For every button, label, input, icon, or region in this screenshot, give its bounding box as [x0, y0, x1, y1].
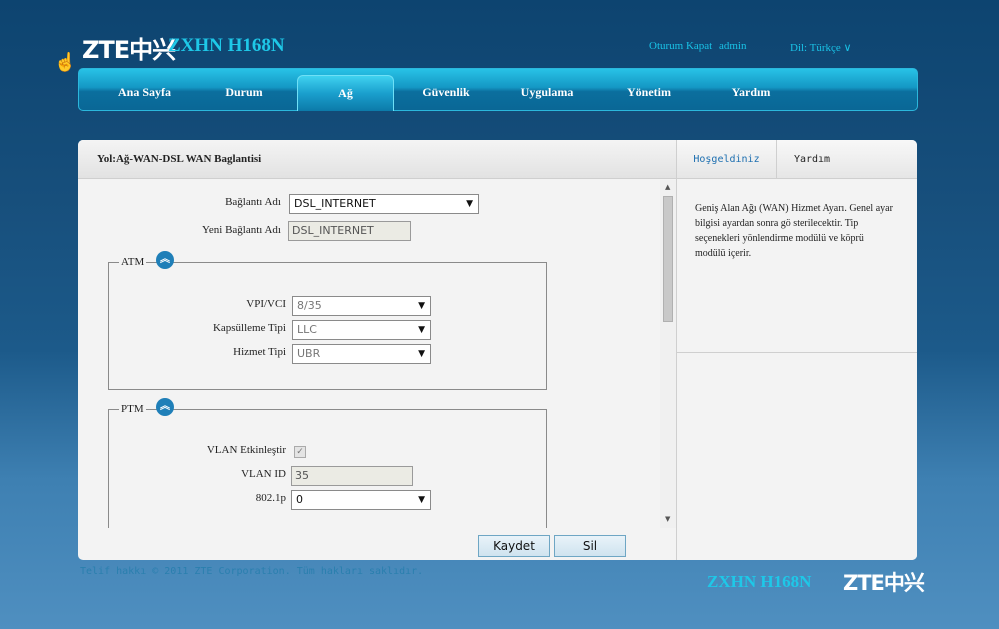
help-divider	[677, 352, 917, 353]
form-content: Bağlantı Adı DSL_INTERNET ▼ Yeni Bağlant…	[78, 180, 676, 528]
nav-item-application[interactable]: Uygulama	[497, 75, 597, 111]
chevron-down-icon: ▼	[466, 199, 473, 209]
nav-item-management[interactable]: Yönetim	[599, 75, 699, 111]
nav-item-status[interactable]: Durum	[194, 75, 294, 111]
username: admin	[718, 40, 747, 52]
breadcrumb: Yol:Ağ-WAN-DSL WAN Baglantisi	[97, 153, 262, 165]
footer-model: ZXHN H168N	[707, 572, 812, 591]
new-connection-name-input[interactable]: DSL_INTERNET	[288, 221, 411, 241]
scrollbar-thumb[interactable]	[663, 196, 673, 322]
service-type-label: Hizmet Tipi	[233, 346, 286, 358]
hand-cursor-icon: ☝	[54, 52, 77, 73]
vpi-vci-label: VPI/VCI	[246, 298, 286, 310]
vlan-enable-checkbox[interactable]: ✓	[294, 446, 306, 458]
logout-link[interactable]: Oturum Kapat	[649, 40, 712, 52]
nav-item-security[interactable]: Güvenlik	[397, 75, 495, 111]
vlan-id-label: VLAN ID	[241, 468, 286, 480]
top-links: Oturum Kapat admin	[649, 40, 750, 52]
chevron-down-icon: ▼	[418, 325, 425, 335]
encap-type-value: LLC	[297, 323, 317, 336]
nav-item-home[interactable]: Ana Sayfa	[87, 75, 202, 111]
dot1p-select[interactable]: 0 ▼	[291, 490, 431, 510]
footer-zte-logo: ZTE中兴	[843, 571, 925, 595]
vlan-id-input[interactable]: 35	[291, 466, 413, 486]
model-title: ZXHN H168N	[168, 35, 285, 56]
connection-name-select[interactable]: DSL_INTERNET ▼	[289, 194, 479, 214]
collapse-ptm-icon[interactable]: ︽	[156, 398, 174, 416]
dot1p-label: 802.1p	[255, 492, 286, 504]
new-connection-name-label: Yeni Bağlantı Adı	[202, 224, 281, 236]
atm-legend: ATM	[119, 256, 147, 268]
help-panel: Geniş Alan Ağı (WAN) Hizmet Ayarı. Genel…	[676, 179, 917, 560]
collapse-atm-icon[interactable]: ︽	[156, 251, 174, 269]
encap-type-select[interactable]: LLC ▼	[292, 320, 431, 340]
zte-logo: ZTE中兴	[82, 36, 176, 64]
connection-name-label: Bağlantı Adı	[225, 196, 281, 208]
copyright-text: Telif hakkı © 2011 ZTE Corporation. Tüm …	[80, 566, 424, 577]
tab-welcome[interactable]: Hoşgeldiniz	[677, 140, 777, 179]
vpi-vci-select[interactable]: 8/35 ▼	[292, 296, 431, 316]
form-scrollbar[interactable]: ▲ ▼	[660, 180, 676, 528]
help-text: Geniş Alan Ağı (WAN) Hizmet Ayarı. Genel…	[695, 203, 893, 259]
service-type-value: UBR	[297, 347, 321, 360]
chevron-down-icon: ▼	[418, 349, 425, 359]
language-selector[interactable]: Dil: Türkçe ∨	[790, 41, 852, 54]
service-type-select[interactable]: UBR ▼	[292, 344, 431, 364]
tab-help[interactable]: Yardım	[777, 140, 847, 179]
main-navigation: Ana Sayfa Durum Ağ Güvenlik Uygulama Yön…	[78, 68, 918, 111]
save-button[interactable]: Kaydet	[478, 535, 550, 557]
ptm-legend: PTM	[119, 403, 146, 415]
scroll-down-icon[interactable]: ▼	[665, 515, 670, 523]
help-header: Hoşgeldiniz Yardım	[676, 140, 917, 179]
scroll-up-icon[interactable]: ▲	[665, 183, 670, 191]
nav-item-help[interactable]: Yardım	[701, 75, 801, 111]
chevron-down-icon: ▼	[418, 301, 425, 311]
chevron-down-icon: ▼	[418, 495, 425, 505]
delete-button[interactable]: Sil	[554, 535, 626, 557]
encap-type-label: Kapsülleme Tipi	[212, 322, 286, 334]
dot1p-value: 0	[296, 493, 303, 506]
nav-item-network[interactable]: Ağ	[297, 75, 394, 111]
vlan-enable-label: VLAN Etkinleştir	[206, 444, 286, 456]
main-panel: Yol:Ağ-WAN-DSL WAN Baglantisi Bağlantı A…	[78, 140, 917, 560]
vpi-vci-value: 8/35	[297, 299, 322, 312]
connection-name-value: DSL_INTERNET	[294, 197, 376, 210]
panel-header: Yol:Ağ-WAN-DSL WAN Baglantisi	[78, 140, 676, 179]
